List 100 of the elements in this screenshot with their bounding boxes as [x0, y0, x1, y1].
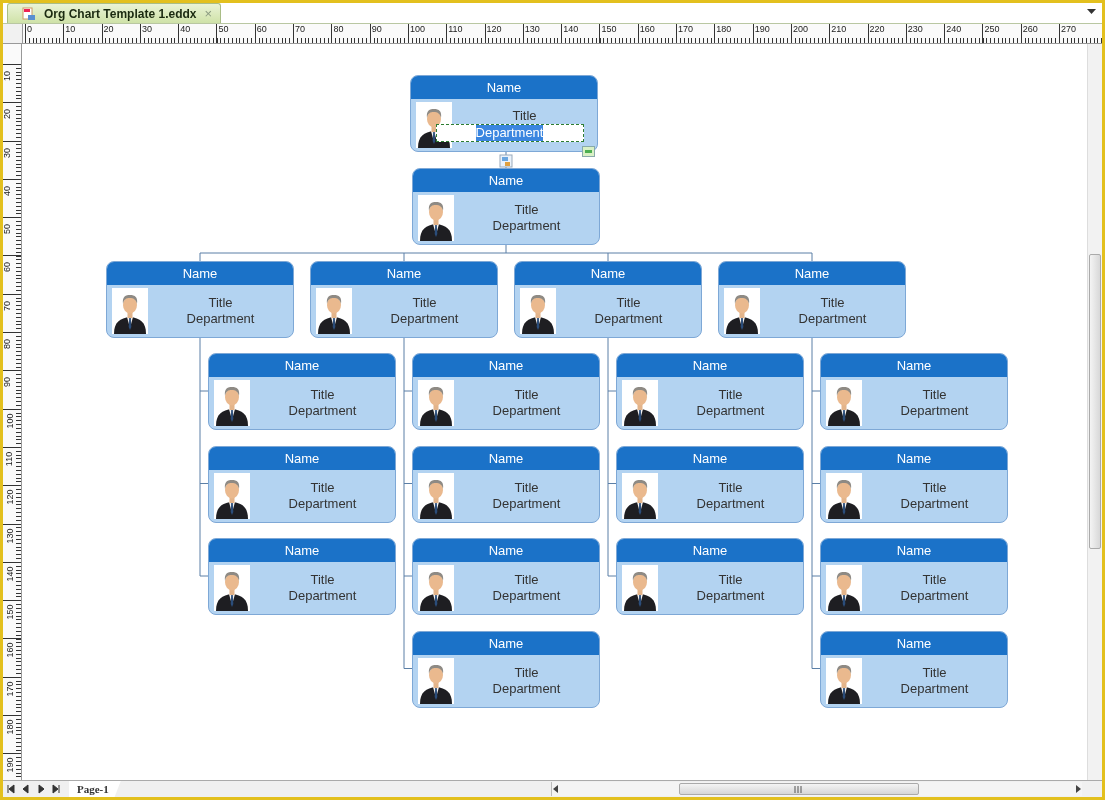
org-chart-card[interactable]: Name Title Department	[412, 538, 600, 615]
ruler-number: 110	[448, 24, 463, 34]
ruler-number: 70	[3, 300, 12, 311]
org-chart-card[interactable]: Name Title Department	[820, 445, 1008, 523]
person-photo	[826, 657, 862, 704]
card-department: Department	[696, 403, 765, 419]
card-name: Name	[515, 262, 701, 285]
ruler-number: 80	[333, 24, 344, 34]
ruler-number: 180	[716, 24, 732, 34]
scrollbar-thumb[interactable]	[1089, 254, 1101, 549]
ruler-number: 150	[601, 24, 617, 34]
ruler-number: 160	[4, 642, 15, 658]
vertical-scrollbar[interactable]	[1087, 44, 1102, 780]
ruler-number: 20	[103, 24, 114, 34]
card-name: Name	[413, 169, 599, 192]
card-department: Department	[900, 403, 969, 419]
org-chart-card[interactable]: Name Title Department	[514, 261, 702, 338]
org-chart-card[interactable]: Name Title Department	[410, 75, 598, 152]
org-chart-card[interactable]: Name Title Department	[208, 353, 396, 430]
ruler-number: 120	[4, 489, 15, 505]
card-department: Department	[594, 311, 663, 327]
ruler-number: 60	[256, 24, 267, 34]
ruler-number: 50	[218, 24, 229, 34]
card-title: Title	[310, 479, 335, 496]
ruler-number: 60	[3, 262, 12, 273]
ruler-number: 240	[946, 24, 962, 34]
card-name: Name	[821, 631, 1007, 655]
ruler-number: 260	[1022, 24, 1038, 34]
card-department: Department	[492, 495, 561, 512]
ruler-number: 150	[4, 604, 15, 620]
ruler-number: 170	[4, 681, 15, 697]
card-department: Department	[492, 588, 561, 604]
card-title: Title	[922, 572, 947, 588]
ruler-number: 30	[3, 147, 12, 158]
org-chart-card[interactable]: Name Title Department	[616, 538, 804, 615]
card-title: Title	[310, 572, 335, 588]
ruler-number: 230	[907, 24, 923, 34]
card-title: Title	[616, 295, 641, 311]
card-department: Department	[288, 403, 357, 419]
org-chart-card[interactable]: Name Title Department	[412, 168, 600, 245]
org-chart-card[interactable]: Name Title Department	[820, 538, 1008, 615]
card-department: Department	[696, 588, 765, 604]
org-chart-card[interactable]: Name Title Department	[616, 353, 804, 430]
grip-icon	[794, 785, 804, 793]
person-photo	[622, 565, 658, 611]
ruler-number: 10	[65, 24, 76, 34]
person-photo	[826, 380, 862, 426]
ruler-number: 200	[792, 24, 808, 34]
scrollbar-thumb[interactable]	[678, 783, 919, 795]
card-department: Department	[288, 495, 357, 512]
ruler-number: 160	[639, 24, 655, 34]
ruler-number: 120	[486, 24, 502, 34]
person-photo	[316, 288, 352, 334]
connector-handle-icon[interactable]	[499, 154, 513, 168]
org-chart-card[interactable]: Name Title Department	[106, 261, 294, 338]
horizontal-scrollbar[interactable]	[550, 782, 1082, 796]
person-photo	[622, 472, 658, 519]
page-tab[interactable]: Page-1	[69, 781, 121, 797]
org-chart-card[interactable]: Name Title Department	[820, 630, 1008, 708]
ruler-number: 140	[563, 24, 579, 34]
org-chart-card[interactable]: Name Title Department	[820, 353, 1008, 430]
person-photo	[418, 380, 454, 426]
person-photo	[622, 380, 658, 426]
ruler-number: 170	[678, 24, 694, 34]
card-name: Name	[107, 262, 293, 285]
dropdown-arrow-icon[interactable]	[1087, 9, 1096, 15]
org-chart-card[interactable]: Name Title Department	[412, 630, 600, 708]
department-edit-field[interactable]: Department	[435, 124, 584, 142]
person-photo	[826, 472, 862, 519]
card-department: Department	[288, 588, 357, 604]
card-name: Name	[311, 262, 497, 285]
ruler-number: 210	[831, 24, 847, 34]
document-tab[interactable]: Org Chart Template 1.eddx ×	[7, 3, 222, 23]
scroll-right-icon[interactable]	[1074, 785, 1082, 793]
org-chart-card[interactable]: Name Title Department	[718, 261, 906, 338]
org-chart-card[interactable]: Name Title Department	[208, 445, 396, 523]
card-name: Name	[413, 539, 599, 562]
org-chart-card[interactable]: Name Title Department	[412, 353, 600, 430]
card-department: Department	[390, 311, 459, 327]
org-chart-card[interactable]: Name Title Department	[412, 445, 600, 523]
card-title: Title	[514, 387, 539, 403]
ruler-number: 40	[180, 24, 191, 34]
ruler-number: 90	[371, 24, 382, 34]
org-chart-card[interactable]: Name Title Department	[208, 538, 396, 615]
card-department: Department	[492, 403, 561, 419]
resize-handle-icon[interactable]	[582, 146, 595, 157]
card-name: Name	[821, 539, 1007, 562]
card-title: Title	[922, 664, 947, 681]
card-title: Title	[514, 572, 539, 588]
ruler-number: 20	[3, 109, 12, 120]
person-photo	[724, 288, 760, 334]
org-chart-card[interactable]: Name Title Department	[616, 445, 804, 523]
ruler-number: 0	[27, 24, 32, 34]
ruler-number: 80	[3, 339, 12, 350]
ruler-number: 220	[869, 24, 885, 34]
org-chart-card[interactable]: Name Title Department	[310, 261, 498, 338]
scroll-left-icon[interactable]	[551, 785, 560, 793]
card-title: Title	[514, 479, 539, 496]
card-title: Title	[310, 387, 335, 403]
ruler-number: 180	[4, 719, 15, 735]
